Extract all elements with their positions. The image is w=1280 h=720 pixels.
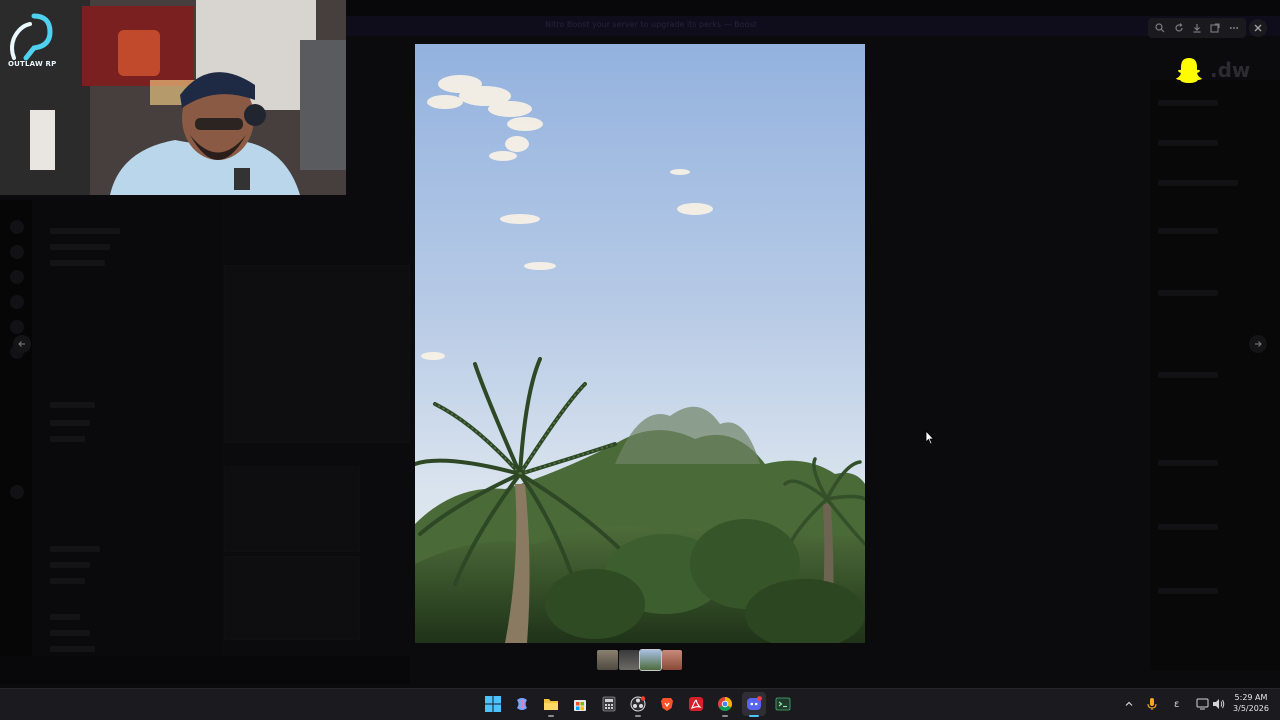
thumbnail-strip	[597, 649, 682, 671]
chat-image-tile	[224, 556, 360, 640]
adobe-acrobat-icon[interactable]	[684, 692, 708, 716]
channel-item	[50, 630, 90, 636]
clock-date: 3/5/2026	[1233, 704, 1269, 713]
channel-item	[50, 436, 85, 442]
image-viewer-toolbar	[1148, 18, 1246, 38]
download-icon[interactable]	[1191, 22, 1203, 34]
chat-image-tile	[224, 265, 410, 443]
arrow-left-icon[interactable]	[13, 335, 31, 353]
thumbnail[interactable]	[639, 649, 662, 671]
running-indicator	[548, 715, 554, 717]
server-icon	[10, 270, 24, 284]
thumbnail[interactable]	[597, 650, 618, 670]
calculator-icon[interactable]	[597, 692, 621, 716]
open-external-icon[interactable]	[1209, 22, 1221, 34]
member-item	[1158, 140, 1218, 146]
outlaw-rp-logo-text: OUTLAW RP	[8, 60, 57, 68]
chat-image-tile	[224, 466, 360, 552]
microphone-icon[interactable]	[1146, 694, 1158, 714]
channel-item	[50, 420, 90, 426]
mouse-cursor-icon	[925, 429, 935, 449]
thumbnail[interactable]	[661, 650, 682, 670]
brave-icon[interactable]	[655, 692, 679, 716]
member-item	[1158, 100, 1218, 106]
channel-item	[50, 402, 95, 408]
channel-item	[50, 546, 100, 552]
member-item	[1158, 290, 1218, 296]
discord-icon[interactable]	[742, 692, 766, 717]
user-panel	[0, 656, 410, 684]
server-icon	[10, 295, 24, 309]
server-icon	[10, 220, 24, 234]
running-indicator	[749, 715, 759, 717]
taskbar-clock[interactable]: 5:29 AM 3/5/2026	[1228, 692, 1274, 714]
webcam-overlay: OUTLAW RP	[0, 0, 346, 195]
network-icon[interactable]	[1196, 694, 1209, 714]
server-icon	[10, 245, 24, 259]
arrow-right-icon[interactable]	[1249, 335, 1267, 353]
file-explorer-icon[interactable]	[539, 692, 563, 717]
channel-item	[50, 260, 105, 266]
thumbnail[interactable]	[618, 650, 639, 670]
snapchat-handle: .dw	[1210, 58, 1251, 82]
member-item	[1158, 180, 1238, 186]
server-icon	[10, 485, 24, 499]
channel-item	[50, 244, 110, 250]
member-item	[1158, 372, 1218, 378]
nitro-banner-text: Nitro Boost your server to upgrade its p…	[545, 20, 757, 29]
member-item	[1158, 524, 1218, 530]
rotate-icon[interactable]	[1173, 22, 1185, 34]
screen: Nitro Boost your server to upgrade its p…	[0, 0, 1280, 720]
channel-item	[50, 228, 120, 234]
running-indicator	[722, 715, 728, 717]
channel-item	[50, 646, 95, 652]
zoom-icon[interactable]	[1154, 22, 1166, 34]
copilot-icon[interactable]	[510, 692, 534, 716]
close-icon[interactable]	[1249, 19, 1267, 37]
channel-item	[50, 614, 80, 620]
viewed-image[interactable]	[415, 44, 865, 643]
clock-time: 5:29 AM	[1234, 693, 1268, 702]
running-indicator	[635, 715, 641, 717]
taskbar-apps	[481, 692, 795, 717]
terminal-icon[interactable]	[771, 692, 795, 716]
more-icon[interactable]	[1228, 22, 1240, 34]
microsoft-store-icon[interactable]	[568, 692, 592, 716]
channel-list	[32, 200, 222, 670]
nitro-banner	[346, 16, 1280, 36]
snapchat-ghost-icon	[1176, 58, 1202, 83]
tray-overflow-chevron[interactable]	[1124, 694, 1134, 714]
member-item	[1158, 588, 1218, 594]
server-icon	[10, 320, 24, 334]
channel-item	[50, 562, 90, 568]
chrome-icon[interactable]	[713, 692, 737, 717]
member-item	[1158, 228, 1218, 234]
member-item	[1158, 460, 1218, 466]
windows-start-icon[interactable]	[481, 692, 505, 716]
obs-icon[interactable]	[626, 692, 650, 717]
snapchat-overlay: .dw	[1174, 54, 1254, 86]
channel-item	[50, 578, 85, 584]
language-indicator[interactable]: ε	[1174, 694, 1179, 714]
volume-icon[interactable]	[1212, 694, 1225, 714]
